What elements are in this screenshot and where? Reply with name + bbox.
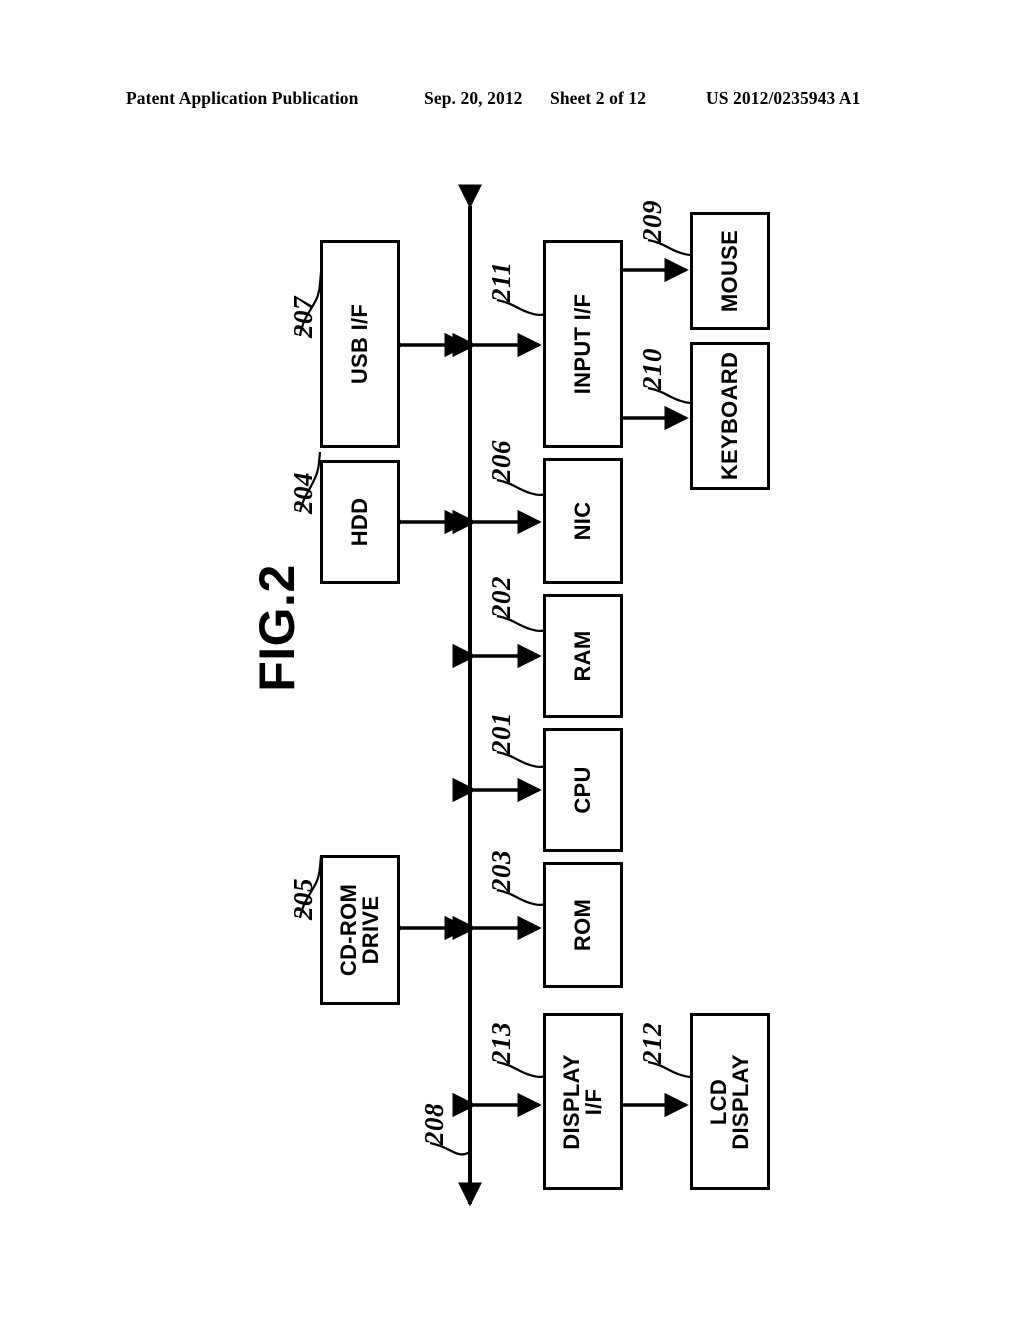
node-hdd[interactable]: HDD (320, 460, 400, 584)
node-cpu-label: CPU (569, 766, 595, 814)
node-usb-if[interactable]: USB I/F (320, 240, 400, 448)
node-nic[interactable]: NIC (543, 458, 623, 584)
node-ram[interactable]: RAM (543, 594, 623, 718)
refnum-205: 205 (288, 878, 318, 920)
refnum-207: 207 (288, 296, 318, 338)
refnum-209: 209 (637, 200, 667, 242)
node-display-if-label: DISPLAY I/F (559, 1053, 606, 1150)
refnum-201: 201 (486, 712, 516, 754)
node-cpu[interactable]: CPU (543, 728, 623, 852)
node-mouse[interactable]: MOUSE (690, 212, 770, 330)
node-hdd-label: HDD (346, 497, 372, 547)
node-display-if[interactable]: DISPLAY I/F (543, 1013, 623, 1190)
node-keyboard[interactable]: KEYBOARD (690, 342, 770, 490)
refnum-206: 206 (486, 440, 516, 482)
node-lcd-display[interactable]: LCD DISPLAY (690, 1013, 770, 1190)
node-nic-label: NIC (569, 501, 595, 541)
refnum-211: 211 (486, 261, 516, 302)
refnum-210: 210 (637, 348, 667, 390)
refnum-203: 203 (486, 850, 516, 892)
refnum-212: 212 (637, 1022, 667, 1064)
refnum-208: 208 (419, 1103, 449, 1145)
node-cdrom-drive[interactable]: CD-ROM DRIVE (320, 855, 400, 1005)
node-input-if-label: INPUT I/F (569, 293, 595, 395)
node-lcd-display-label: LCD DISPLAY (706, 1053, 753, 1150)
node-cdrom-drive-label: CD-ROM DRIVE (336, 883, 383, 977)
node-input-if[interactable]: INPUT I/F (543, 240, 623, 448)
connector-overlay (298, 184, 701, 1207)
refnum-202: 202 (486, 576, 516, 618)
node-ram-label: RAM (569, 630, 595, 682)
node-rom[interactable]: ROM (543, 862, 623, 988)
refnum-213: 213 (486, 1022, 516, 1064)
block-diagram: USB I/F HDD CD-ROM DRIVE INPUT I/F NIC RA… (0, 0, 1024, 1320)
node-mouse-label: MOUSE (716, 229, 742, 313)
node-keyboard-label: KEYBOARD (716, 351, 742, 481)
node-rom-label: ROM (569, 898, 595, 952)
node-usb-if-label: USB I/F (346, 303, 372, 385)
refnum-204: 204 (288, 472, 318, 514)
